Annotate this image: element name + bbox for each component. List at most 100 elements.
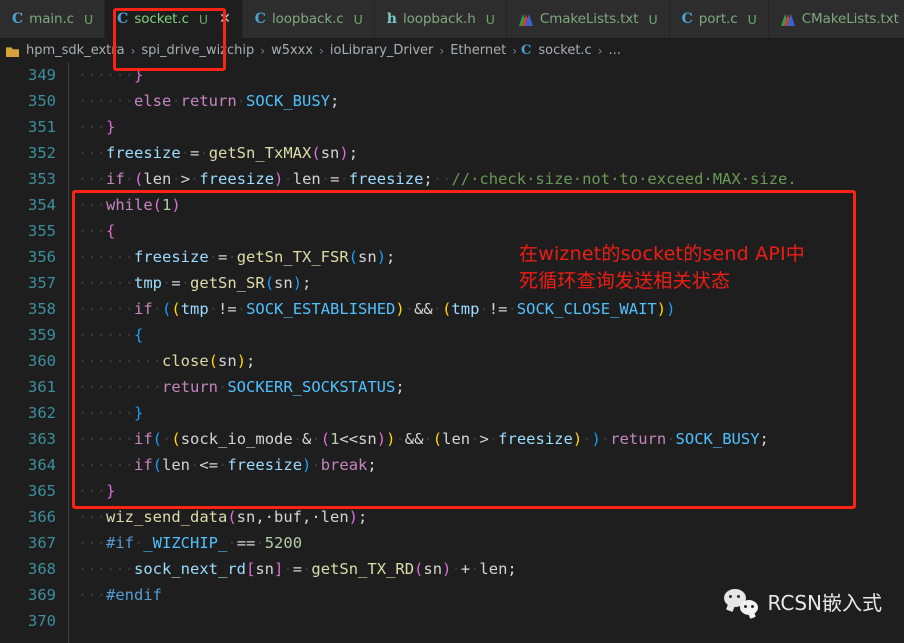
code-editor[interactable]: 349 ······} 350 ······else·return·SOCK_BUSY…	[0, 62, 904, 643]
code-line[interactable]: 351 ···}	[0, 114, 904, 140]
code-token: sock_io_mode	[180, 430, 293, 448]
line-number: 368	[28, 560, 56, 578]
code-token: return	[162, 378, 218, 396]
breadcrumb-item[interactable]: Ethernet	[448, 43, 508, 58]
code-token: freesize	[106, 144, 181, 162]
line-content: ···{	[66, 222, 904, 240]
code-token: sock_next_rd	[134, 560, 246, 578]
code-token: ==	[236, 534, 256, 552]
code-token: ]	[274, 560, 284, 578]
code-line[interactable]: 368 ······sock_next_rd[sn]·=·getSn_TX_RD(…	[0, 556, 904, 582]
code-token: (	[152, 196, 163, 214]
close-icon[interactable]: ✕	[219, 12, 231, 26]
line-content: ······}	[66, 404, 904, 422]
breadcrumb-item[interactable]: ioLibrary_Driver	[328, 43, 436, 58]
editor-tab-bar: Cmain.c U Csocket.c U ✕ Cloopback.c Uh loopback…	[0, 0, 904, 39]
code-token: freesize	[498, 430, 573, 448]
code-line[interactable]: 363 ······if(·(sock_io_mode·&·(1<<sn))·&&…	[0, 426, 904, 452]
line-number: 352	[28, 144, 56, 162]
code-token: (	[432, 430, 443, 448]
code-token: ;	[246, 352, 256, 370]
code-line[interactable]: 352 ···freesize·=·getSn_TxMAX(sn);	[0, 140, 904, 166]
code-token: ·	[152, 300, 163, 318]
breadcrumb-item[interactable]: ...	[607, 43, 623, 58]
editor-tab-label: CMakeLists.txt	[801, 11, 899, 27]
breadcrumb-item[interactable]: spi_drive_wizchip	[139, 43, 256, 58]
editor-tab-port-c[interactable]: Cport.c U	[669, 0, 769, 38]
code-token: ·	[432, 300, 443, 318]
code-line[interactable]: 359 ······{	[0, 322, 904, 348]
breadcrumb-item[interactable]: socket.c	[536, 43, 593, 58]
code-token: #if	[106, 534, 134, 552]
code-token: =	[171, 274, 181, 292]
code-token: ·	[488, 430, 499, 448]
code-token: 5200	[264, 534, 303, 552]
code-token: ·	[292, 430, 303, 448]
line-number: 370	[28, 612, 56, 630]
editor-tab-label: socket.c	[134, 11, 189, 27]
editor-tab-loopback-h[interactable]: h loopback.h U	[374, 0, 507, 38]
code-token: (	[264, 274, 275, 292]
breadcrumb-item[interactable]: hpm_sdk_extra	[24, 43, 127, 58]
code-token: sn	[358, 430, 377, 448]
code-token: freesize	[134, 248, 209, 266]
line-number: 359	[28, 326, 56, 344]
code-line[interactable]: 366 ···wiz_send_data(sn,·buf,·len);	[0, 504, 904, 530]
code-line[interactable]: 362 ······}	[0, 400, 904, 426]
code-token: SOCKERR_SOCKSTATUS	[227, 378, 396, 396]
c-file-icon: C	[12, 11, 24, 27]
line-number: 360	[28, 352, 56, 370]
code-line[interactable]: 364 ······if(len·<=·freesize)·break;	[0, 452, 904, 478]
editor-tab-cmakelists-txt[interactable]: CmakeLists.txt U	[506, 0, 670, 38]
code-line[interactable]: 353 ···if·(len·>·freesize)·len·=·freesize…	[0, 166, 904, 192]
editor-tab-label: loopback.h	[402, 11, 476, 27]
line-number: 353	[28, 170, 56, 188]
code-token: !=	[218, 300, 237, 318]
code-token: >	[479, 430, 489, 448]
code-token: &&	[404, 430, 424, 448]
code-token: )	[395, 300, 405, 318]
code-line[interactable]: 358 ······if·((tmp·!=·SOCK_ESTABLISHED)·&…	[0, 296, 904, 322]
code-token: ···	[78, 222, 106, 240]
line-number: 364	[28, 456, 56, 474]
editor-tab-modified-badge: U	[353, 11, 363, 27]
code-line[interactable]: 349 ······}	[0, 62, 904, 88]
code-token: ······	[78, 404, 134, 422]
line-content: ······sock_next_rd[sn]·=·getSn_TX_RD(sn)…	[66, 560, 904, 578]
code-line[interactable]: 360 ·········close(sn);	[0, 348, 904, 374]
code-token: else	[134, 92, 172, 110]
breadcrumb-item[interactable]: w5xxx	[269, 43, 315, 58]
code-token: }	[106, 118, 116, 136]
line-content: ···}	[66, 118, 904, 136]
editor-tab-modified-badge: U	[648, 11, 658, 27]
code-line[interactable]: 365 ···}	[0, 478, 904, 504]
code-token: len	[162, 456, 191, 474]
editor-tab-loopback-c[interactable]: Cloopback.c U	[242, 0, 375, 38]
code-line[interactable]: 367 ···#if·_WIZCHIP_·==·5200	[0, 530, 904, 556]
code-token: freesize	[348, 170, 424, 188]
code-token: ···	[78, 170, 106, 188]
code-token: SOCK_BUSY	[246, 92, 331, 110]
code-token: }	[106, 482, 116, 500]
code-token: getSn_TX_RD	[311, 560, 415, 578]
code-token: SOCK_BUSY	[675, 430, 760, 448]
code-line[interactable]: 361 ·········return·SOCKERR_SOCKSTATUS;	[0, 374, 904, 400]
line-content: ······}	[66, 66, 904, 84]
code-token: ·	[227, 534, 237, 552]
code-line[interactable]: 350 ······else·return·SOCK_BUSY;	[0, 88, 904, 114]
editor-tab-main-c[interactable]: Cmain.c U	[0, 0, 106, 38]
editor-tab-cmakelists-txt[interactable]: CMakeLists.txtU	[768, 0, 904, 38]
code-token: ···	[78, 586, 106, 604]
line-content: ···while(1)	[66, 196, 904, 214]
code-token: ·	[208, 300, 219, 318]
code-token: !=	[488, 300, 508, 318]
code-token: ·	[283, 560, 293, 578]
c-file-icon: C	[254, 11, 266, 27]
code-line[interactable]: 354 ···while(1)	[0, 192, 904, 218]
editor-tab-socket-c[interactable]: Csocket.c U ✕	[105, 0, 243, 38]
code-token: ······	[78, 66, 134, 84]
code-token: &&	[414, 300, 433, 318]
cmake-file-icon	[780, 13, 796, 26]
code-token: getSn_TxMAX	[208, 144, 312, 162]
code-token: if	[134, 430, 153, 448]
